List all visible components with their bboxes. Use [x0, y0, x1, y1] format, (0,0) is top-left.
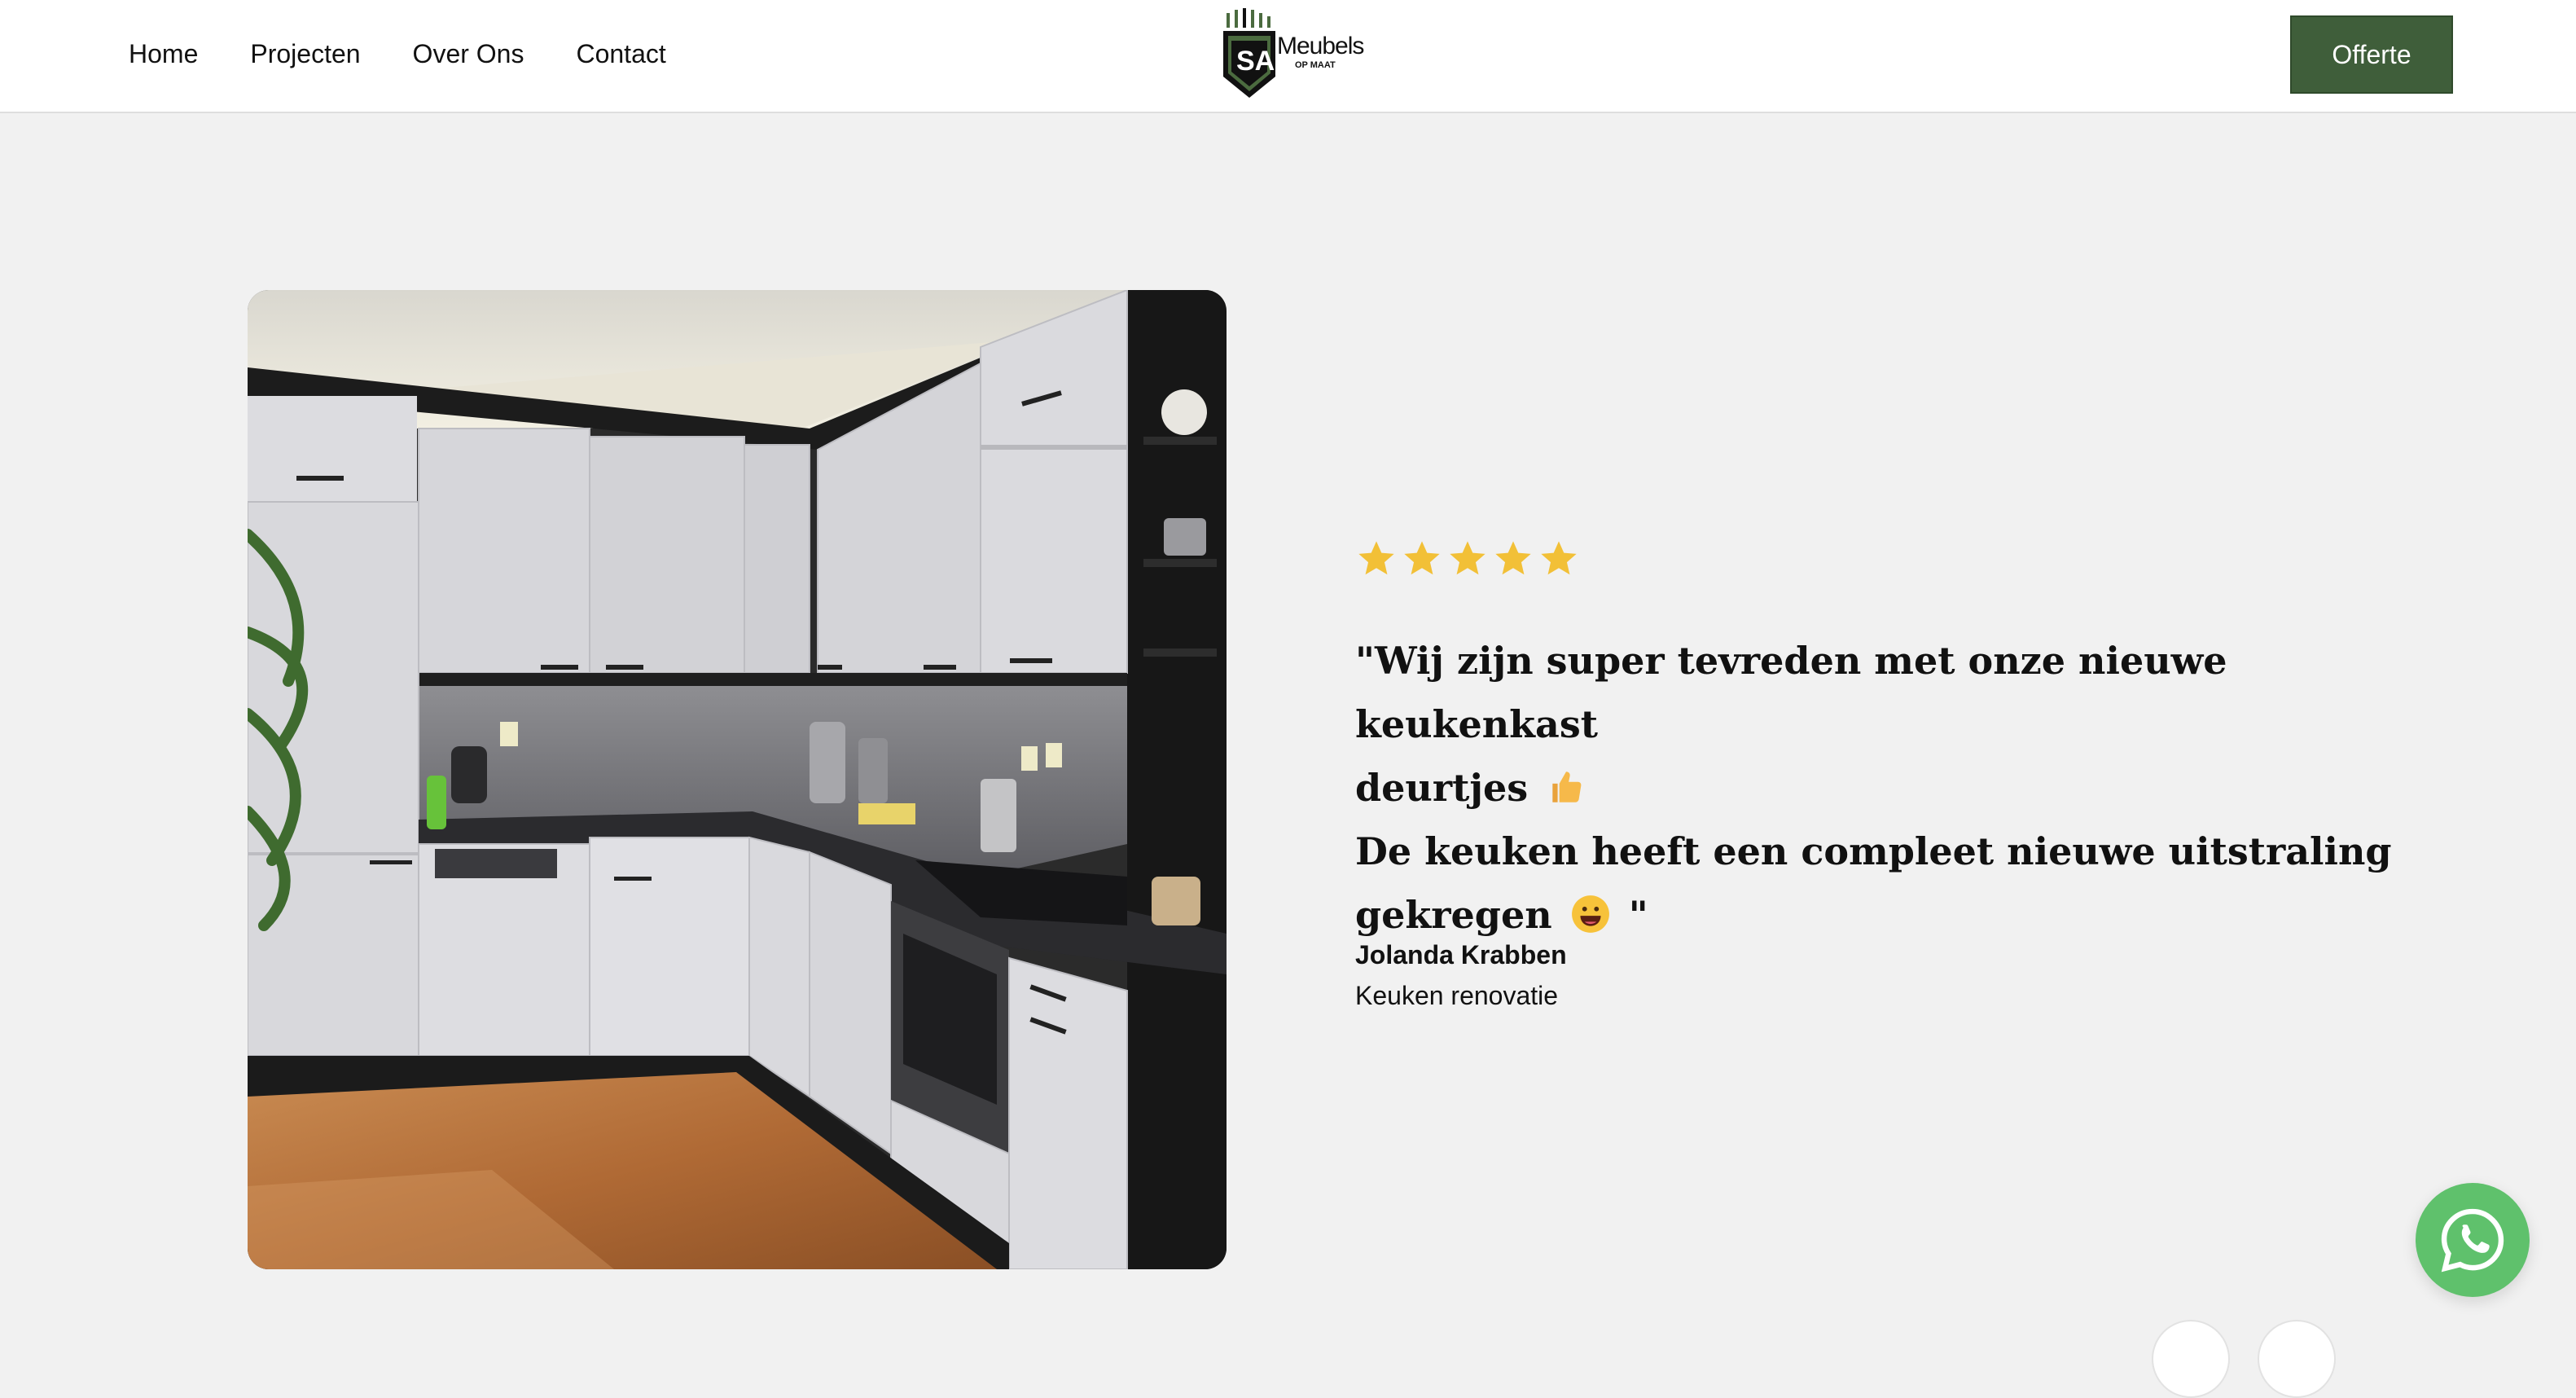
review-author: Jolanda Krabben	[1355, 940, 1567, 969]
star-icon	[1541, 541, 1577, 575]
nav-home[interactable]: Home	[129, 39, 198, 69]
quote-line: deurtjes	[1355, 756, 2414, 820]
star-icon	[1450, 541, 1485, 575]
site-header: Home Projecten Over Ons Contact SA Meube…	[0, 0, 2576, 113]
kitchen-image	[248, 290, 1227, 1269]
nav-projecten[interactable]: Projecten	[250, 39, 360, 69]
svg-text:SA: SA	[1236, 46, 1275, 77]
quote-text: gekregen	[1355, 893, 1552, 937]
nav-over-ons[interactable]: Over Ons	[413, 39, 524, 69]
quote-line: gekregen "	[1355, 883, 2414, 947]
quote-line: De keuken heeft een compleet nieuwe uits…	[1355, 829, 2392, 873]
kitchen-photo	[248, 290, 1227, 1269]
star-icon	[1358, 541, 1394, 575]
slider-next-button[interactable]	[2258, 1320, 2336, 1398]
slider-prev-button[interactable]	[2152, 1320, 2230, 1398]
grinning-face-icon	[1571, 895, 1609, 933]
logo-subtext: OP MAAT	[1295, 60, 1336, 70]
thumbs-up-icon	[1552, 772, 1582, 802]
review-service: Keuken renovatie	[1355, 981, 1559, 1010]
site-logo[interactable]: SA Meubels OP MAAT	[1220, 8, 1367, 99]
logo-shield-icon: SA	[1223, 8, 1275, 98]
whatsapp-button[interactable]	[2416, 1183, 2530, 1297]
testimonial-quote: "Wij zijn super tevreden met onze nieuwe…	[1355, 629, 2414, 947]
rating-stars	[1355, 538, 1583, 580]
quote-end: "	[1628, 893, 1648, 937]
nav-contact[interactable]: Contact	[576, 39, 665, 69]
star-icon	[1404, 541, 1440, 575]
star-icon	[1495, 541, 1531, 575]
quote-line: "Wij zijn super tevreden met onze nieuwe…	[1355, 639, 2227, 746]
logo-brand-text: Meubels	[1277, 33, 1364, 59]
whatsapp-icon	[2441, 1208, 2504, 1273]
quote-text: deurtjes	[1355, 766, 1529, 810]
main-nav: Home Projecten Over Ons Contact	[129, 0, 718, 108]
offerte-button[interactable]: Offerte	[2290, 15, 2453, 94]
